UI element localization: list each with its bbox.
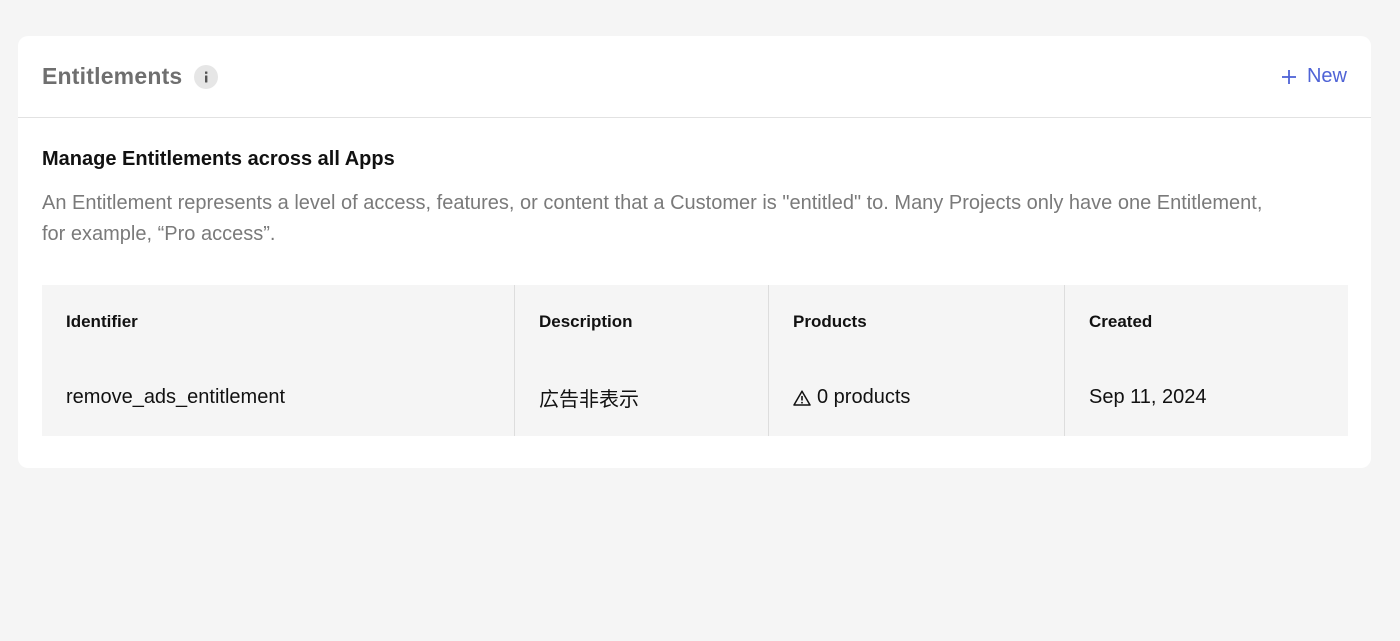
column-header-description[interactable]: Description: [514, 285, 768, 359]
cell-identifier[interactable]: remove_ads_entitlement: [42, 359, 514, 436]
cell-description[interactable]: 広告非表示: [514, 359, 768, 436]
page-title: Entitlements: [42, 63, 183, 89]
warning-icon: [793, 389, 811, 406]
entitlements-table: Identifier Description Products Created …: [42, 285, 1348, 436]
section-title: Manage Entitlements across all Apps: [42, 148, 395, 170]
table-row[interactable]: remove_ads_entitlement 広告非表示 0 products …: [42, 359, 1348, 436]
section-description: An Entitlement represents a level of acc…: [42, 192, 1263, 245]
card-body: Manage Entitlements across all Apps An E…: [18, 118, 1371, 436]
column-header-created[interactable]: Created: [1064, 285, 1348, 359]
table-header-row: Identifier Description Products Created: [42, 285, 1348, 359]
cell-created[interactable]: Sep 11, 2024: [1064, 359, 1348, 436]
cell-products[interactable]: 0 products: [768, 359, 1064, 436]
plus-icon: [1281, 69, 1297, 85]
column-header-identifier[interactable]: Identifier: [42, 285, 514, 359]
new-button-label: New: [1306, 65, 1347, 87]
new-entitlement-button[interactable]: New: [1281, 65, 1347, 88]
entitlements-card: Entitlements New Manage Entitlements acr…: [18, 36, 1371, 468]
column-header-products[interactable]: Products: [768, 285, 1064, 359]
title-wrap: Entitlements: [42, 63, 219, 90]
products-count: 0 products: [817, 386, 911, 408]
info-icon[interactable]: [194, 64, 219, 89]
card-header: Entitlements New: [18, 36, 1371, 118]
